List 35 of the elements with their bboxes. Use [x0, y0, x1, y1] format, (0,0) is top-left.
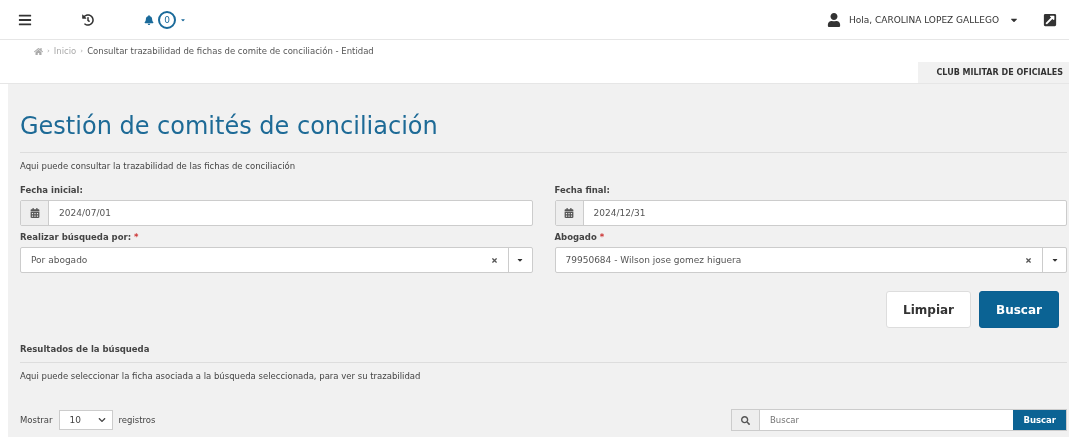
calendar-icon	[555, 201, 584, 225]
external-link-icon[interactable]	[1043, 12, 1057, 27]
history-icon[interactable]	[82, 13, 94, 26]
calendar-icon	[21, 201, 49, 225]
user-menu-button[interactable]: Hola, CAROLINA LOPEZ GALLEGO	[826, 12, 1019, 27]
date-field[interactable]: 2024/12/31	[554, 200, 1067, 226]
caret-icon	[180, 16, 186, 23]
results-title: Resultados de la búsqueda	[20, 328, 1067, 363]
bell-icon	[144, 14, 154, 25]
select-field[interactable]: 79950684 - Wilson jose gomez higuera	[554, 247, 1067, 273]
entity-tab[interactable]: CLUB MILITAR DE OFICIALES	[918, 62, 1069, 83]
field-label: Fecha final:	[554, 185, 611, 195]
page-size-select[interactable]: 10	[58, 410, 113, 430]
date-field[interactable]: 2024/07/01	[20, 200, 533, 226]
field-label: Realizar búsqueda por: *	[20, 232, 140, 242]
menu-icon[interactable]	[18, 12, 32, 27]
results-description: Aqui puede seleccionar la ficha asociada a la búsqueda seleccionada, para ver su trazabilidad	[20, 370, 422, 381]
field-label: Fecha inicial:	[20, 185, 84, 195]
page-title: Gestión de comités de conciliación	[20, 84, 1067, 153]
breadcrumb-link[interactable]: Consultar trazabilidad de fichas de comite de conciliación - Entidad	[87, 46, 374, 56]
search-button[interactable]: Buscar	[979, 291, 1059, 328]
clear-button[interactable]: Limpiar	[886, 291, 972, 328]
user-icon	[826, 12, 841, 27]
clear-icon[interactable]	[490, 256, 498, 264]
chevron-icon	[97, 416, 106, 424]
search-icon	[732, 410, 760, 430]
show-label: Mostrar	[20, 415, 53, 425]
table-search-field[interactable]: Buscar Buscar	[731, 409, 1067, 431]
notifications-button[interactable]: 0	[144, 10, 186, 29]
clear-icon[interactable]	[1025, 256, 1032, 264]
field-label: Abogado *	[554, 232, 606, 242]
page-description: Aqui puede consultar la trazabilidad de las fichas de conciliación	[20, 160, 297, 171]
records-label: registros	[118, 415, 156, 425]
table-search-button[interactable]: Buscar	[1013, 410, 1066, 430]
select-field[interactable]: Por abogado	[20, 247, 533, 273]
